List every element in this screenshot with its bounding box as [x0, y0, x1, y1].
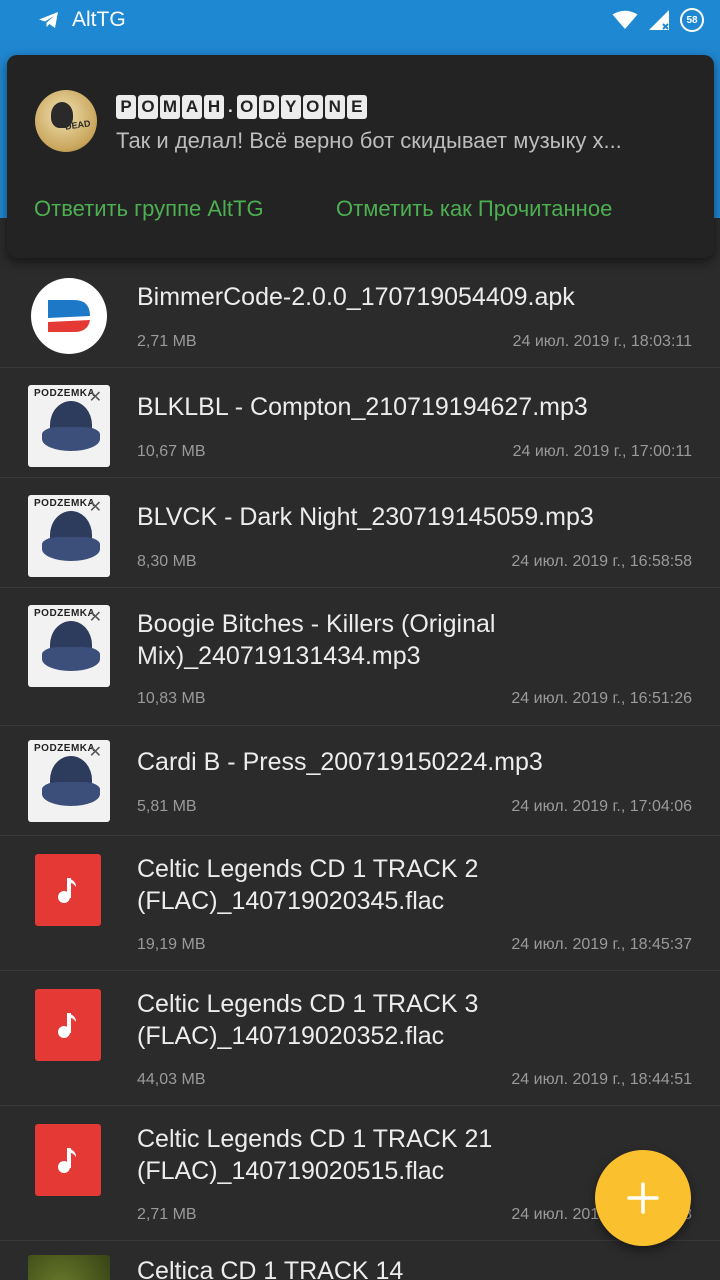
- wifi-icon: [612, 10, 638, 29]
- add-fab-button[interactable]: [595, 1150, 691, 1246]
- sender-letter: О: [138, 95, 158, 119]
- cell-signal-icon: [649, 10, 669, 30]
- file-date: 24 июл. 2019 г., 18:03:11: [512, 333, 692, 350]
- file-row[interactable]: BimmerCode-2.0.0_170719054409.apk 2,71 MB…: [0, 258, 720, 368]
- file-name: Cardi B - Press_200719150224.mp3: [137, 748, 543, 776]
- file-name: BimmerCode-2.0.0_170719054409.apk: [137, 283, 575, 311]
- file-row[interactable]: PODZEMKA ✕ Cardi B - Press_200719150224.mp…: [0, 726, 720, 836]
- file-name: Celtic Legends CD 1 TRACK 3 (FLAC)_14071…: [137, 990, 479, 1050]
- sender-letter: O: [302, 95, 323, 119]
- sender-letter: D: [258, 95, 279, 119]
- sender-letter: М: [160, 95, 180, 119]
- sender-letter: Н: [204, 95, 224, 119]
- reply-group-button[interactable]: Ответить группе AltTG: [34, 196, 264, 222]
- file-date: 24 июл. 2019 г., 18:44:51: [511, 1071, 692, 1088]
- mark-read-button[interactable]: Отметить как Прочитанное: [336, 196, 612, 222]
- album-cover-icon: [28, 1255, 110, 1280]
- sender-letter: O: [236, 95, 257, 119]
- status-app-name: AltTG: [72, 8, 126, 31]
- file-row[interactable]: PODZEMKA ✕ BLVCK - Dark Night_230719145059…: [0, 478, 720, 588]
- file-row[interactable]: Celtica CD 1 TRACK 14: [0, 1241, 720, 1280]
- sender-letter: Р: [116, 95, 136, 119]
- file-name: Celtic Legends CD 1 TRACK 2 (FLAC)_14071…: [137, 855, 479, 915]
- album-cover-icon: PODZEMKA ✕: [28, 605, 110, 687]
- cover-title: PODZEMKA: [34, 498, 96, 509]
- file-row[interactable]: Celtic Legends CD 1 TRACK 3 (FLAC)_14071…: [0, 971, 720, 1106]
- sender-letter: Y: [280, 95, 301, 119]
- music-note-icon: [35, 989, 101, 1061]
- cover-title: PODZEMKA: [34, 608, 96, 619]
- file-date: 24 июл. 2019 г., 16:58:58: [511, 553, 692, 570]
- music-note-icon: [35, 854, 101, 926]
- file-size: 2,71 MB: [137, 333, 197, 350]
- file-row[interactable]: PODZEMKA ✕ Boogie Bitches - Killers (Origi…: [0, 588, 720, 726]
- sender-letter: .: [228, 97, 233, 116]
- sender-avatar: DEAD: [35, 90, 97, 152]
- apk-icon: [31, 278, 107, 354]
- cover-title: PODZEMKA: [34, 743, 96, 754]
- sender-name: РОМАН.ODYONE: [116, 95, 367, 119]
- file-date: 24 июл. 2019 г., 17:00:11: [512, 443, 692, 460]
- file-date: 24 июл. 2019 г., 16:51:26: [511, 690, 692, 707]
- message-notification[interactable]: DEAD РОМАН.ODYONE Так и делал! Всё верно…: [7, 55, 714, 258]
- file-size: 8,30 MB: [137, 553, 197, 570]
- status-bar: AltTG 58: [0, 0, 720, 40]
- plus-icon: [627, 1182, 659, 1214]
- battery-icon: 58: [680, 8, 704, 32]
- cover-title: PODZEMKA: [34, 388, 96, 399]
- music-note-icon: [35, 1124, 101, 1196]
- file-row[interactable]: Celtic Legends CD 1 TRACK 2 (FLAC)_14071…: [0, 836, 720, 971]
- sender-letter: А: [182, 95, 202, 119]
- file-name: Boogie Bitches - Killers (Original Mix)_…: [137, 610, 496, 670]
- album-cover-icon: PODZEMKA ✕: [28, 385, 110, 467]
- file-list: BimmerCode-2.0.0_170719054409.apk 2,71 MB…: [0, 258, 720, 1280]
- telegram-icon: [39, 12, 58, 28]
- file-date: 24 июл. 2019 г., 18:45:37: [511, 936, 692, 953]
- file-date: 24 июл. 2019 г., 17:04:06: [511, 798, 692, 815]
- file-size: 2,71 MB: [137, 1206, 197, 1223]
- sender-letter: N: [324, 95, 345, 119]
- file-size: 5,81 MB: [137, 798, 197, 815]
- album-cover-icon: PODZEMKA ✕: [28, 495, 110, 577]
- avatar-text: DEAD: [64, 118, 92, 132]
- file-size: 19,19 MB: [137, 936, 206, 953]
- file-row[interactable]: PODZEMKA ✕ BLKLBL - Compton_210719194627.m…: [0, 368, 720, 478]
- file-name: BLVCK - Dark Night_230719145059.mp3: [137, 503, 594, 531]
- file-name: Celtica CD 1 TRACK 14: [137, 1257, 404, 1280]
- album-cover-icon: PODZEMKA ✕: [28, 740, 110, 822]
- file-size: 10,83 MB: [137, 690, 206, 707]
- notification-message: Так и делал! Всё верно бот скидывает муз…: [116, 128, 622, 153]
- file-size: 44,03 MB: [137, 1071, 206, 1088]
- sender-letter: E: [346, 95, 367, 119]
- file-size: 10,67 MB: [137, 443, 206, 460]
- file-name: BLKLBL - Compton_210719194627.mp3: [137, 393, 588, 421]
